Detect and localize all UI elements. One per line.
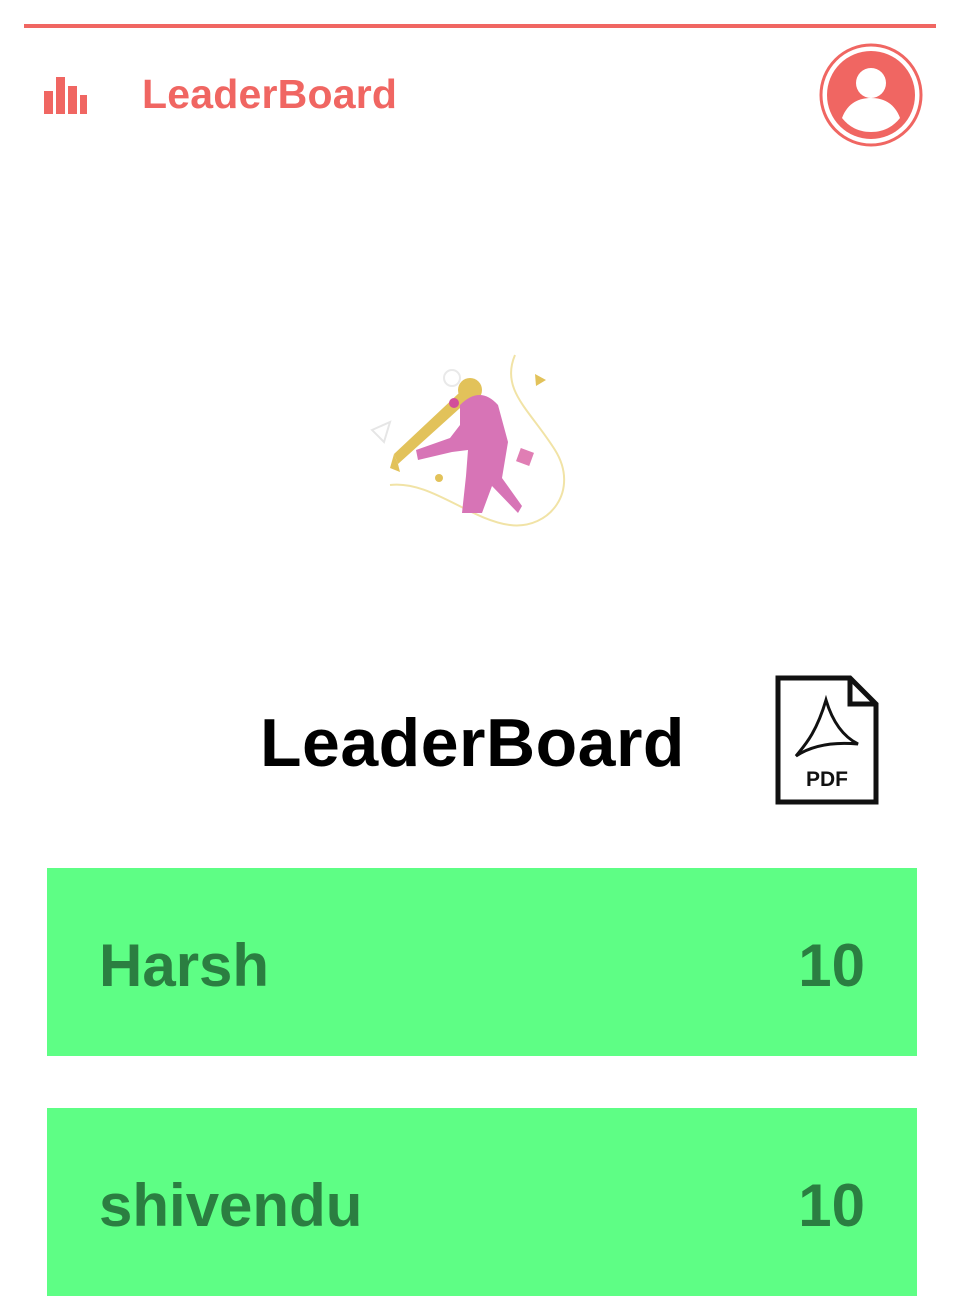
- player-score: 10: [798, 932, 865, 999]
- svg-text:PDF: PDF: [806, 768, 848, 791]
- app-header: LeaderBoard: [0, 40, 970, 150]
- leaderboard-row[interactable]: Harsh 10: [47, 868, 917, 1056]
- leaderboard-row[interactable]: shivendu 10: [47, 1108, 917, 1296]
- cricket-batsman-illustration: [360, 350, 590, 540]
- header-title: LeaderBoard: [142, 71, 398, 117]
- export-pdf-button[interactable]: PDF: [774, 674, 880, 806]
- player-name: shivendu: [99, 1172, 363, 1239]
- user-profile-icon: [819, 43, 923, 147]
- bar-chart-icon[interactable]: [42, 76, 90, 116]
- player-score: 10: [798, 1172, 865, 1239]
- header-divider: [24, 24, 936, 28]
- profile-button[interactable]: [818, 42, 924, 148]
- player-name: Harsh: [99, 932, 270, 999]
- page-title: LeaderBoard: [260, 705, 685, 781]
- pdf-file-icon: PDF: [775, 675, 879, 805]
